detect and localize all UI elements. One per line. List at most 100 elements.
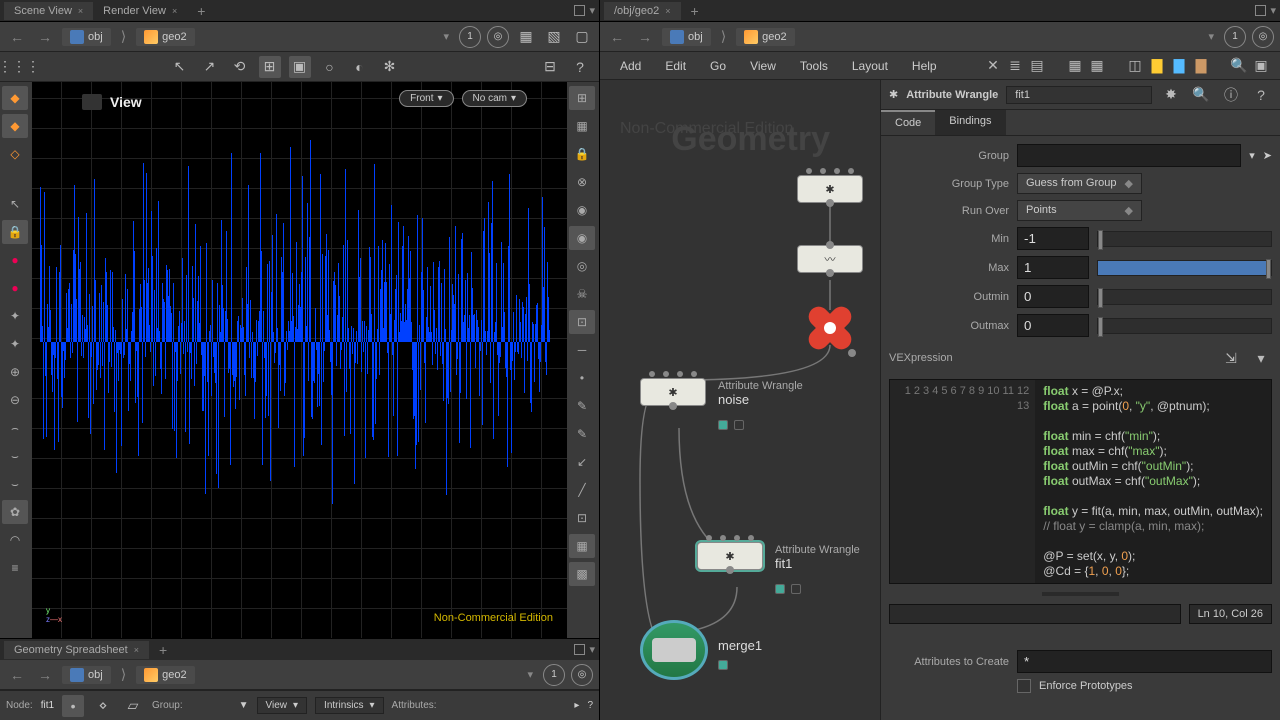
max-slider[interactable] [1097,260,1272,276]
add-tab[interactable]: + [153,642,173,658]
tool-7[interactable]: ◐ [349,56,371,78]
min-slider[interactable] [1097,231,1272,247]
add-tab[interactable]: + [191,3,211,19]
add-tab[interactable]: + [685,3,705,19]
node-wave[interactable]: 〰 [797,245,863,273]
search-icon[interactable]: 🔍 [1190,84,1212,106]
pin-button[interactable]: 1 [543,664,565,686]
outmin-input[interactable] [1017,285,1089,308]
help-icon[interactable]: ? [569,56,591,78]
tab-scene-view[interactable]: Scene View× [4,2,93,20]
cursor-tool[interactable]: ↖ [2,192,28,216]
outmax-input[interactable] [1017,314,1089,337]
forward-button[interactable]: → [34,667,56,683]
tool-8[interactable]: ✻ [379,56,401,78]
forward-button[interactable]: → [34,29,56,45]
menu-add[interactable]: Add [608,55,653,77]
intrinsics-dropdown[interactable]: Intrinsics▾ [315,697,383,714]
rt16[interactable]: ⊡ [569,506,595,530]
tab-network[interactable]: /obj/geo2× [604,2,681,20]
runover-dropdown[interactable]: Points◆ [1017,200,1142,221]
mt4[interactable]: ▦ [1064,55,1086,77]
node-noise[interactable]: ✱ Attribute Wranglenoise [640,378,706,406]
back-button[interactable]: ← [606,29,628,45]
note-icon[interactable]: ▇ [1146,55,1168,77]
link-button[interactable]: ◎ [487,26,509,48]
grouptype-dropdown[interactable]: Guess from Group◆ [1017,173,1142,194]
path-dropdown[interactable]: ▾ [523,668,537,681]
vt1[interactable]: ◆ [2,86,28,110]
close-icon[interactable]: × [78,6,83,16]
tool-b[interactable]: ▧ [543,26,565,48]
search-icon[interactable]: 🔍 [1228,55,1250,77]
tool-a[interactable]: ▦ [515,26,537,48]
vt15[interactable]: ◠ [2,528,28,552]
path-obj[interactable]: obj [62,666,111,684]
rt6[interactable]: ◉ [569,226,595,250]
menu-edit[interactable]: Edit [653,55,698,77]
menu-icon[interactable]: ▾ [1270,4,1276,17]
user-tool[interactable]: ● [2,248,28,272]
vt9[interactable]: ⊕ [2,360,28,384]
mt2[interactable]: ≣ [1004,55,1026,77]
help-icon[interactable]: ? [1250,84,1272,106]
rt10[interactable]: ─ [569,338,595,362]
menu-help[interactable]: Help [900,55,949,77]
tool-6[interactable]: ○ [319,56,341,78]
path-obj[interactable]: obj [62,28,111,46]
dropdown-icon[interactable]: ▾ [1250,347,1272,369]
rt11[interactable]: • [569,366,595,390]
enforce-checkbox[interactable] [1017,679,1031,693]
close-icon[interactable]: × [134,645,139,655]
vex-editor[interactable]: 1 2 3 4 5 6 7 8 9 10 11 12 13 float x = … [889,379,1272,584]
close-icon[interactable]: × [172,6,177,16]
node-grid[interactable]: ✱ [797,175,863,203]
node-merge[interactable]: merge1 [640,620,708,680]
vt6[interactable]: ● [2,276,28,300]
vt3[interactable]: ◇ [2,142,28,166]
attrs-create-input[interactable] [1017,650,1272,673]
rt4[interactable]: ⊗ [569,170,595,194]
tool-c[interactable]: ▢ [571,26,593,48]
tab-geo-spread[interactable]: Geometry Spreadsheet× [4,641,149,659]
move-tool[interactable]: ↗ [199,56,221,78]
prims-mode[interactable]: ▱ [122,695,144,717]
path-geo[interactable]: geo2 [136,666,194,684]
rt13[interactable]: ✎ [569,422,595,446]
back-button[interactable]: ← [6,29,28,45]
path-obj[interactable]: obj [662,28,711,46]
pin-button[interactable]: 1 [1224,26,1246,48]
link-button[interactable]: ◎ [1252,26,1274,48]
node-error[interactable] [804,310,856,354]
menu-tools[interactable]: Tools [788,55,840,77]
network-editor[interactable]: Non-Commercial Edition Geometry ✱ 〰 [600,80,880,720]
pin-button[interactable]: 1 [459,26,481,48]
nocam-pill[interactable]: No cam▾ [462,90,527,107]
rt18[interactable]: ▩ [569,562,595,586]
node-fit1[interactable]: ✱ Attribute Wranglefit1 [697,542,763,570]
camera-tool[interactable]: ▣ [289,56,311,78]
mt5[interactable]: ▦ [1086,55,1108,77]
image-icon[interactable]: ▇ [1168,55,1190,77]
viewport-canvas[interactable]: View Front▾ No cam▾ yz—x Non-Commercial … [32,82,567,638]
lock-icon[interactable]: 🔒 [2,220,28,244]
maximize-icon[interactable] [1255,5,1266,16]
snap-tool[interactable]: ⊞ [259,56,281,78]
maximize-icon[interactable] [574,5,585,16]
rt17[interactable]: ▦ [569,534,595,558]
outmin-slider[interactable] [1097,289,1272,305]
mt3[interactable]: ▤ [1026,55,1048,77]
vt16[interactable]: ≡ [2,556,28,580]
rt2[interactable]: ▦ [569,114,595,138]
layout-tool[interactable]: ⊟ [539,56,561,78]
rt15[interactable]: ╱ [569,478,595,502]
rt7[interactable]: ◎ [569,254,595,278]
verts-mode[interactable]: ⋄ [92,695,114,717]
view-dropdown[interactable]: View▾ [257,697,308,714]
vt12[interactable]: ⌣ [2,444,28,468]
forward-button[interactable]: → [634,29,656,45]
menu-view[interactable]: View [738,55,788,77]
filter-icon[interactable]: ▼ [239,700,249,711]
vt13[interactable]: ⌣ [2,472,28,496]
close-icon[interactable]: × [665,6,670,16]
